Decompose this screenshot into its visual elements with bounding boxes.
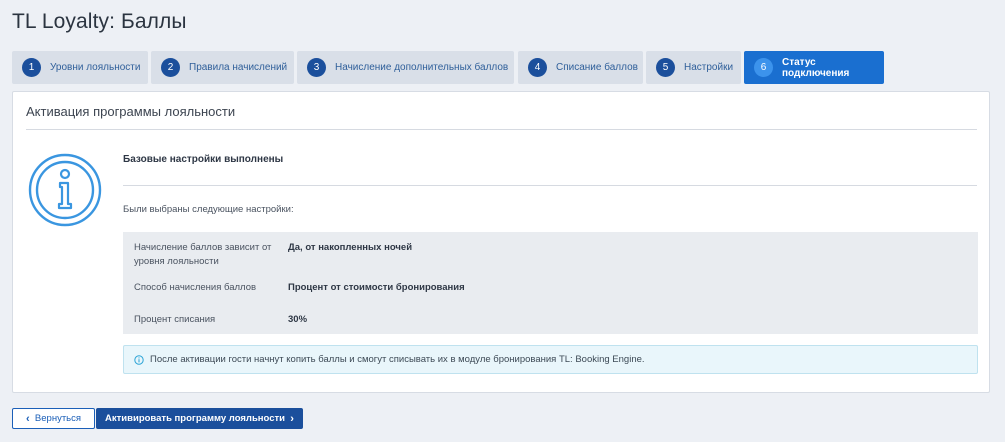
- activate-button-label: Активировать программу лояльности: [105, 413, 285, 424]
- tab-step-number: 5: [656, 58, 675, 77]
- tab-step-number: 1: [22, 58, 41, 77]
- chevron-left-icon: ‹: [25, 412, 30, 425]
- setting-label: Начисление баллов зависит от уровня лоял…: [134, 242, 272, 267]
- settings-done-title: Базовые настройки выполнены: [123, 154, 284, 165]
- tab-accrual-rules[interactable]: 2 Правила начислений: [151, 51, 294, 84]
- activate-program-button[interactable]: Активировать программу лояльности ›: [96, 408, 303, 429]
- setting-value: Да, от накопленных ночей: [288, 242, 413, 253]
- tab-connection-status[interactable]: 6 Статус подключения: [744, 51, 884, 84]
- tab-points-redemption[interactable]: 4 Списание баллов: [518, 51, 643, 84]
- tab-label: Начисление дополнительных баллов: [335, 62, 509, 73]
- tab-step-number: 3: [307, 58, 326, 77]
- divider: [123, 185, 977, 186]
- tab-step-number: 2: [161, 58, 180, 77]
- chevron-right-icon: ›: [290, 412, 294, 425]
- activation-notice: После активации гости начнут копить балл…: [123, 345, 978, 374]
- setting-value: 30%: [288, 314, 308, 325]
- page-title: TL Loyalty: Баллы: [12, 10, 187, 33]
- tab-label: Уровни лояльности: [50, 62, 141, 73]
- notice-text: После активации гости начнут копить балл…: [150, 354, 645, 365]
- info-circle-icon: [134, 354, 144, 365]
- tab-label: Статус подключения: [782, 56, 850, 79]
- tab-step-number: 6: [754, 58, 773, 77]
- back-button-label: Вернуться: [34, 413, 82, 424]
- setting-value: Процент от стоимости бронирования: [288, 282, 465, 293]
- info-icon: [28, 153, 102, 227]
- card-title: Активация программы лояльности: [26, 104, 236, 119]
- tab-loyalty-levels[interactable]: 1 Уровни лояльности: [12, 51, 148, 84]
- tab-label: Правила начислений: [189, 62, 288, 73]
- tab-label: Списание баллов: [556, 62, 638, 73]
- setting-label: Процент списания: [134, 314, 216, 325]
- tab-label: Настройки: [684, 62, 734, 73]
- tab-settings[interactable]: 5 Настройки: [646, 51, 741, 84]
- back-button[interactable]: ‹ Вернуться: [12, 408, 95, 429]
- setting-label: Способ начисления баллов: [134, 282, 257, 293]
- divider: [26, 129, 977, 130]
- activation-card: Активация программы лояльности Базовые н…: [12, 91, 990, 393]
- chosen-settings-label: Были выбраны следующие настройки:: [123, 204, 294, 215]
- tab-step-number: 4: [528, 58, 547, 77]
- settings-summary-table: Начисление баллов зависит от уровня лоял…: [123, 232, 978, 334]
- tab-additional-points[interactable]: 3 Начисление дополнительных баллов: [297, 51, 514, 84]
